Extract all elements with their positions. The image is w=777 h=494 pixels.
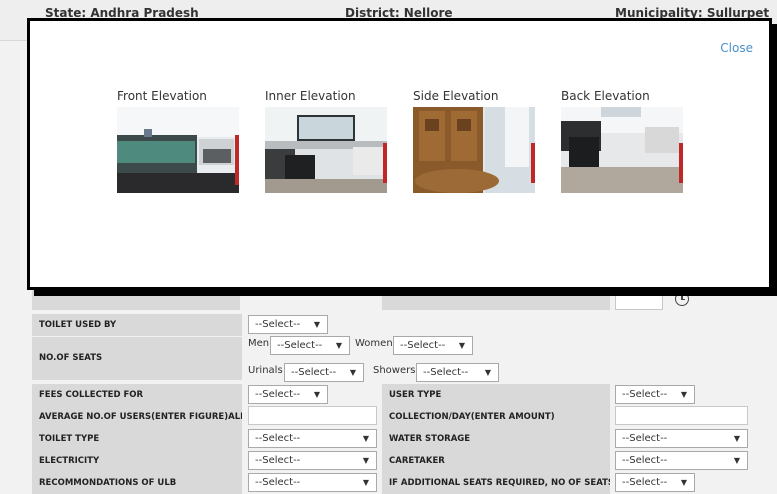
chevron-down-icon: ▼	[733, 434, 740, 443]
chevron-down-icon: ▼	[680, 478, 687, 487]
toilet-type-label: TOILET TYPE	[32, 428, 242, 450]
recommendations-label: RECOMMONDATIONS OF ULB	[32, 472, 242, 494]
urinals-select[interactable]: --Select-- ▼	[284, 363, 364, 382]
select-value: --Select--	[255, 433, 301, 444]
select-value: --Select--	[255, 455, 301, 466]
front-elevation-photo[interactable]	[117, 107, 239, 193]
recommendations-select[interactable]: --Select-- ▼	[248, 473, 377, 492]
select-value: --Select--	[255, 477, 301, 488]
side-elevation-caption: Side Elevation	[413, 89, 499, 103]
inner-elevation-caption: Inner Elevation	[265, 89, 356, 103]
caretaker-label: CARETAKER	[382, 450, 610, 472]
collection-day-input[interactable]	[615, 406, 748, 425]
showers-label: Showers	[373, 365, 416, 376]
men-label: Men	[248, 338, 270, 349]
chevron-down-icon: ▼	[458, 341, 465, 350]
chevron-down-icon: ▼	[362, 434, 369, 443]
chevron-down-icon: ▼	[335, 341, 342, 350]
electricity-select[interactable]: --Select-- ▼	[248, 451, 377, 470]
select-value: --Select--	[423, 367, 469, 378]
collection-day-label: COLLECTION/DAY(ENTER AMOUNT)	[382, 406, 610, 428]
women-label: Women	[355, 338, 393, 349]
toilet-type-select[interactable]: --Select-- ▼	[248, 429, 377, 448]
select-value: --Select--	[255, 389, 301, 400]
men-seats-select[interactable]: --Select-- ▼	[270, 336, 350, 355]
additional-seats-select[interactable]: --Select-- ▼	[615, 473, 695, 492]
no-of-seats-label: NO.OF SEATS	[32, 337, 242, 380]
side-elevation-photo[interactable]	[413, 107, 535, 193]
select-value: --Select--	[400, 340, 446, 351]
additional-seats-label: IF ADDITIONAL SEATS REQUIRED, NO OF SEAT…	[382, 472, 610, 494]
inner-elevation-photo[interactable]	[265, 107, 387, 193]
select-value: --Select--	[291, 367, 337, 378]
inner-elevation: Inner Elevation	[265, 89, 395, 193]
select-value: --Select--	[277, 340, 323, 351]
back-elevation: Back Elevation	[561, 89, 691, 193]
avg-users-input[interactable]	[248, 406, 377, 425]
water-storage-select[interactable]: --Select-- ▼	[615, 429, 748, 448]
caretaker-select[interactable]: --Select-- ▼	[615, 451, 748, 470]
select-value: --Select--	[622, 455, 668, 466]
chevron-down-icon: ▼	[484, 368, 491, 377]
chevron-down-icon: ▼	[362, 478, 369, 487]
urinals-label: Urinals	[248, 365, 283, 376]
chevron-down-icon: ▼	[680, 390, 687, 399]
close-button[interactable]: Close	[720, 41, 753, 55]
chevron-down-icon: ▼	[362, 456, 369, 465]
chevron-down-icon: ▼	[313, 390, 320, 399]
chevron-down-icon: ▼	[733, 456, 740, 465]
select-value: --Select--	[622, 389, 668, 400]
showers-select[interactable]: --Select-- ▼	[416, 363, 499, 382]
select-value: --Select--	[622, 477, 668, 488]
front-elevation-caption: Front Elevation	[117, 89, 207, 103]
elevations-modal: Close Front Elevation Inner Elevation Si…	[27, 18, 772, 290]
front-elevation: Front Elevation	[117, 89, 247, 193]
user-type-label: USER TYPE	[382, 384, 610, 406]
toilet-used-by-label: TOILET USED BY	[32, 314, 242, 336]
side-elevation: Side Elevation	[413, 89, 543, 193]
back-elevation-photo[interactable]	[561, 107, 683, 193]
avg-users-label: AVERAGE NO.OF USERS(ENTER FIGURE)ALL	[32, 406, 242, 428]
back-elevation-caption: Back Elevation	[561, 89, 650, 103]
fees-collected-select[interactable]: --Select-- ▼	[248, 385, 328, 404]
select-value: --Select--	[255, 319, 301, 330]
water-storage-label: WATER STORAGE	[382, 428, 610, 450]
women-seats-select[interactable]: --Select-- ▼	[393, 336, 473, 355]
user-type-select[interactable]: --Select-- ▼	[615, 385, 695, 404]
toilet-used-by-select[interactable]: --Select-- ▼	[248, 315, 328, 334]
select-value: --Select--	[622, 433, 668, 444]
chevron-down-icon: ▼	[349, 368, 356, 377]
fees-collected-label: FEES COLLECTED FOR	[32, 384, 242, 406]
electricity-label: ELECTRICITY	[32, 450, 242, 472]
chevron-down-icon: ▼	[313, 320, 320, 329]
